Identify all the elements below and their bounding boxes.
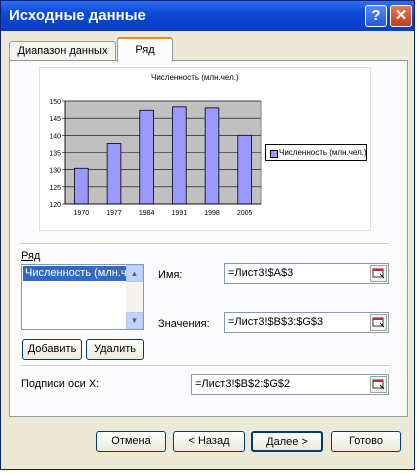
remove-series-button[interactable]: Удалить bbox=[86, 339, 144, 360]
cancel-button[interactable]: Отмена bbox=[96, 431, 166, 452]
series-list[interactable]: Численность (млн.ч ▲ ▼ bbox=[21, 264, 144, 330]
x-labels-label: Подписи оси X: bbox=[21, 378, 100, 390]
name-label: Имя: bbox=[158, 269, 183, 281]
legend-swatch bbox=[270, 150, 278, 158]
chart-title: Численность (млн.чел.) bbox=[151, 73, 239, 82]
help-button[interactable]: ? bbox=[365, 5, 387, 27]
series-group-label: Ряд bbox=[21, 250, 41, 262]
close-button[interactable]: ✕ bbox=[390, 5, 412, 27]
scroll-up-icon[interactable]: ▲ bbox=[126, 265, 143, 282]
collapse-dialog-icon[interactable] bbox=[370, 376, 387, 393]
list-scrollbar[interactable]: ▲ ▼ bbox=[126, 265, 143, 329]
window-title: Исходные данные bbox=[9, 7, 146, 24]
tab-series[interactable]: Ряд bbox=[117, 37, 173, 62]
values-value: =Лист3!$B$3:$G$3 bbox=[228, 316, 324, 328]
x-labels-field[interactable]: =Лист3!$B$2:$G$2 bbox=[191, 374, 389, 395]
back-button[interactable]: < Назад bbox=[173, 431, 245, 452]
values-label: Значения: bbox=[158, 318, 210, 330]
name-field[interactable]: =Лист3!$A$3 bbox=[224, 263, 389, 284]
finish-button[interactable]: Готово bbox=[331, 431, 401, 452]
scroll-down-icon[interactable]: ▼ bbox=[126, 312, 143, 329]
collapse-dialog-icon[interactable] bbox=[370, 265, 387, 282]
collapse-dialog-icon[interactable] bbox=[370, 314, 387, 331]
name-value: =Лист3!$A$3 bbox=[228, 267, 294, 279]
ref-glyph bbox=[372, 268, 385, 279]
separator bbox=[20, 365, 390, 366]
dialog-window: Исходные данные ? ✕ Диапазон данных Ряд … bbox=[0, 0, 415, 470]
tab-data-range[interactable]: Диапазон данных bbox=[9, 41, 116, 61]
legend-label: Численность (млн.чел.) bbox=[279, 148, 367, 157]
chart-legend: Численность (млн.чел.) bbox=[265, 144, 367, 161]
next-button[interactable]: Далее > bbox=[251, 431, 323, 452]
list-item[interactable]: Численность (млн.ч bbox=[23, 266, 128, 281]
title-bar: Исходные данные ? ✕ bbox=[1, 1, 414, 31]
x-labels-value: =Лист3!$B$2:$G$2 bbox=[195, 378, 291, 390]
ref-glyph bbox=[372, 317, 385, 328]
ref-glyph bbox=[372, 379, 385, 390]
separator bbox=[20, 243, 390, 244]
add-series-button[interactable]: Добавить bbox=[22, 339, 82, 360]
values-field[interactable]: =Лист3!$B$3:$G$3 bbox=[224, 312, 389, 333]
